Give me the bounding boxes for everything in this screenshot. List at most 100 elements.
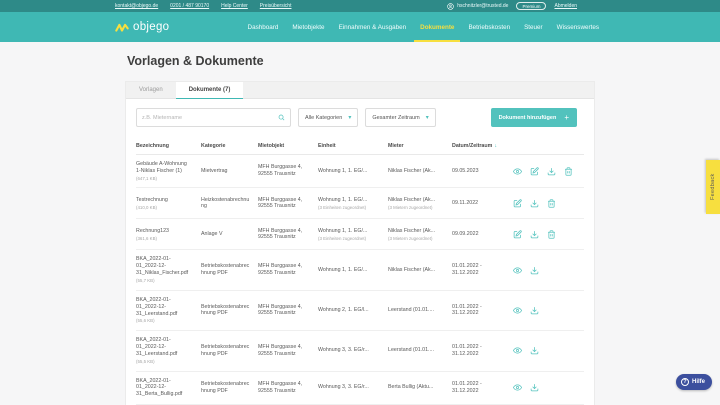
edit-icon[interactable] [530,167,539,176]
document-size: (55,6 KB) [136,318,193,324]
document-property: MFH Burggasse 4, 92555 Trausnitz [258,197,318,211]
document-category: Mietvertrag [201,168,258,175]
edit-icon[interactable] [513,199,522,208]
document-name[interactable]: BKA_2022-01-01_2022-12-31_Leerstand.pdf [136,297,193,318]
trash-icon[interactable] [564,167,573,176]
document-property: MFH Burggasse 4, 92555 Trausnitz [258,304,318,318]
download-icon[interactable] [530,346,539,355]
eye-icon[interactable] [513,306,522,315]
document-property: MFH Burggasse 4, 92555 Trausnitz [258,228,318,242]
add-document-button[interactable]: Dokument hinzufügen + [491,108,577,127]
document-tenant: Niklas Fischer (Ak... [388,228,444,235]
search-input[interactable] [142,115,278,121]
document-property: MFH Burggasse 4, 92555 Trausnitz [258,381,318,395]
tab-dokumente-7[interactable]: Dokumente (7) [176,82,244,99]
row-actions [502,199,584,208]
document-category: Betriebskostenabrechnung PDF [201,344,258,358]
table-row: BKA_2022-01-01_2022-12-31_Berta_Bullig.p… [136,372,584,405]
logout-link[interactable]: Abmelden [554,3,577,9]
document-category: Heizkostenabrechnung [201,197,258,211]
column-header-kategorie[interactable]: Kategorie [201,143,258,149]
eye-icon[interactable] [513,266,522,275]
download-icon[interactable] [530,199,539,208]
document-size: (361,6 KB) [136,236,193,242]
eye-icon[interactable] [513,167,522,176]
utility-bar: kontakt@objego.de 0201 / 487 90170 Help … [0,0,720,12]
row-actions [502,346,584,355]
document-unit: Wohnung 1, 1. EG/... [318,168,380,175]
tab-vorlagen[interactable]: Vorlagen [126,82,176,98]
content-card: Vorlagen Dokumente (7) [125,81,595,405]
eye-icon[interactable] [513,346,522,355]
nav-item-betriebskosten[interactable]: Betriebskosten [462,12,516,42]
page-title: Vorlagen & Dokumente [127,54,593,68]
nav-item-mietobjekte[interactable]: Mietobjekte [286,12,330,42]
category-dropdown[interactable]: Alle Kategorien ▾ [298,108,358,127]
column-header-datum-zeitraum[interactable]: Datum/Zeitraum ↓ [452,143,502,149]
utility-link-0201-487-90170[interactable]: 0201 / 487 90170 [170,3,209,9]
utility-link-help-center[interactable]: Help Center [221,3,248,9]
column-header-mietobjekt[interactable]: Mietobjekt [258,143,318,149]
trash-icon[interactable] [547,199,556,208]
logo[interactable]: objego [115,21,169,33]
edit-icon[interactable] [513,230,522,239]
table-row: BKA_2022-01-01_2022-12-31_Niklas_Fischer… [136,250,584,290]
nav-item-wissenswertes[interactable]: Wissenswertes [551,12,605,42]
download-icon[interactable] [547,167,556,176]
document-tenant: Leerstand (01.01.... [388,347,444,354]
document-unit-note: (3 Einheiten zugeordnet) [318,205,380,211]
utility-link-kontakt-objego-de[interactable]: kontakt@objego.de [115,3,158,9]
help-button[interactable]: ? Hilfe [676,374,712,390]
search-icon[interactable] [278,114,285,121]
document-tenant: Berta Bullig (Aktu... [388,384,444,391]
plus-icon: + [564,113,569,122]
document-unit: Wohnung 1, 1. EG/... [318,228,380,235]
document-tenant: Leerstand (01.01.... [388,307,444,314]
nav-item-einnahmen-ausgaben[interactable]: Einnahmen & Ausgaben [333,12,413,42]
document-name[interactable]: BKA_2022-01-01_2022-12-31_Leerstand.pdf [136,337,193,358]
document-tenant: Niklas Fischer (Ak... [388,168,444,175]
document-date: 01.01.2022 - 31.12.2022 [452,263,502,277]
document-size: (647,1 KB) [136,176,193,182]
download-icon[interactable] [530,266,539,275]
document-unit: Wohnung 1, 1. EG/... [318,267,380,274]
document-name[interactable]: BKA_2022-01-01_2022-12-31_Niklas_Fischer… [136,256,193,277]
feedback-tab[interactable]: Feedback [706,160,720,214]
nav-item-dokumente[interactable]: Dokumente [414,12,460,42]
document-name[interactable]: BKA_2022-01-01_2022-12-31_Berta_Bullig.p… [136,378,193,399]
sort-desc-icon[interactable]: ↓ [494,143,497,149]
period-dropdown[interactable]: Gesamter Zeitraum ▾ [365,108,435,127]
document-unit: Wohnung 3, 3. EG/r... [318,384,380,391]
table-row: BKA_2022-01-01_2022-12-31_Leerstand.pdf … [136,331,584,371]
user-email: hschnitzler@trusted.de [457,3,508,9]
document-property: MFH Burggasse 4, 92555 Trausnitz [258,164,318,178]
document-date: 09.11.2022 [452,200,502,207]
document-unit: Wohnung 1, 1. EG/... [318,197,380,204]
document-name[interactable]: Rechnung123 [136,228,193,235]
document-size: (410,0 KB) [136,205,193,211]
premium-badge: Premium [516,2,546,10]
nav-item-steuer[interactable]: Steuer [518,12,549,42]
column-header-einheit[interactable]: Einheit [318,143,388,149]
document-name[interactable]: Testrechnung [136,197,193,204]
row-actions [502,167,584,176]
row-actions [502,383,584,392]
column-header-bezeichnung[interactable]: Bezeichnung [136,143,201,149]
download-icon[interactable] [530,306,539,315]
chevron-down-icon: ▾ [348,115,351,121]
column-header-mieter[interactable]: Mieter [388,143,452,149]
document-tenant: Niklas Fischer (Ak... [388,267,444,274]
eye-icon[interactable] [513,383,522,392]
document-size: (55,5 KB) [136,359,193,365]
utility-link-preis-bersicht[interactable]: Preisübersicht [260,3,292,9]
download-icon[interactable] [530,383,539,392]
document-property: MFH Burggasse 4, 92555 Trausnitz [258,344,318,358]
document-name[interactable]: Gebäude A-Wohnung 1-Niklas Fischer (1) [136,161,193,175]
document-size: (55,7 KB) [136,278,193,284]
nav-item-dashboard[interactable]: Dashboard [242,12,285,42]
download-icon[interactable] [530,230,539,239]
document-unit-note: (3 Einheiten zugeordnet) [318,236,380,242]
document-unit: Wohnung 2, 1. EG/l... [318,307,380,314]
document-category: Anlage V [201,231,258,238]
trash-icon[interactable] [547,230,556,239]
